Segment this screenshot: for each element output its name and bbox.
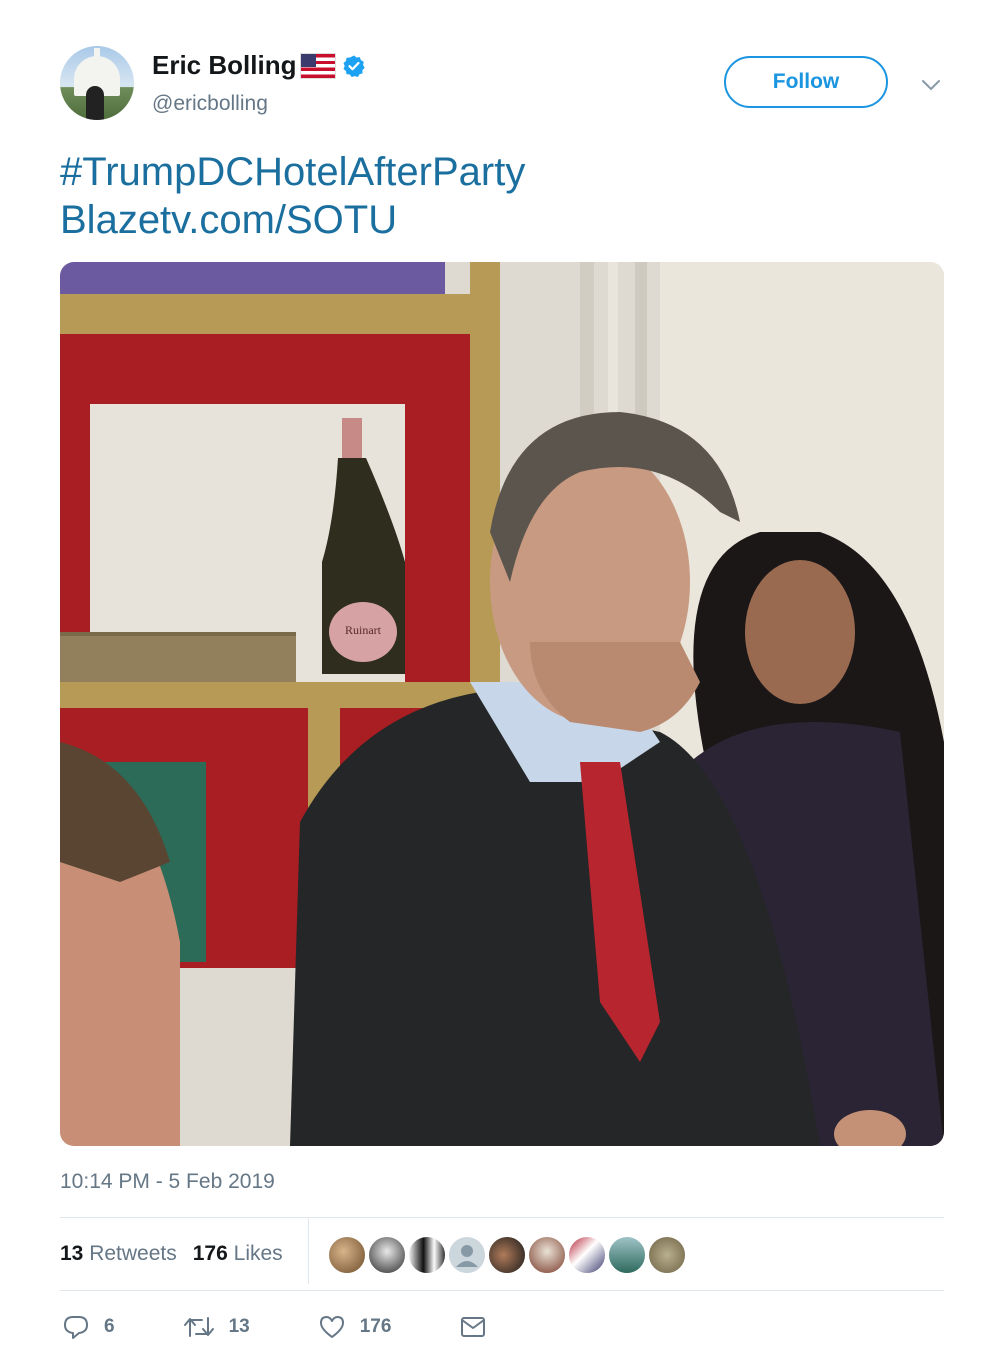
message-action[interactable] xyxy=(459,1315,501,1339)
like-action[interactable]: 176 xyxy=(318,1314,392,1340)
tweet-actions: 6 13 176 xyxy=(62,1314,569,1340)
retweet-action[interactable]: 13 xyxy=(183,1314,250,1340)
url-link[interactable]: Blazetv.com/SOTU xyxy=(60,196,525,244)
liker-avatars xyxy=(328,1236,688,1274)
like-count: 176 xyxy=(359,1316,392,1337)
retweet-count: 13 xyxy=(228,1316,250,1337)
liker-avatar[interactable] xyxy=(368,1236,406,1274)
stats-vertical-divider xyxy=(308,1218,309,1284)
tweet-photo[interactable]: Ruinart xyxy=(60,262,944,1146)
reply-icon xyxy=(64,1316,88,1339)
default-avatar-icon xyxy=(456,1245,478,1267)
like-icon xyxy=(319,1316,344,1338)
verified-badge-icon xyxy=(343,55,366,77)
message-icon xyxy=(461,1317,486,1337)
liker-avatar[interactable] xyxy=(408,1236,446,1274)
engagement-stats: 13 Retweets 176 Likes xyxy=(60,1242,283,1266)
bottle-label: Ruinart xyxy=(345,623,382,637)
likes-label: Likes xyxy=(233,1242,283,1265)
liker-avatar[interactable] xyxy=(328,1236,366,1274)
reply-action[interactable]: 6 xyxy=(62,1314,115,1340)
liker-avatar[interactable] xyxy=(448,1236,486,1274)
liker-avatar[interactable] xyxy=(648,1236,686,1274)
follow-button[interactable]: Follow xyxy=(724,56,888,108)
author-avatar[interactable] xyxy=(60,46,134,120)
likes-count: 176 xyxy=(192,1242,228,1265)
us-flag-icon xyxy=(300,52,337,79)
divider-bottom xyxy=(60,1290,944,1291)
retweets-count: 13 xyxy=(60,1242,84,1265)
liker-avatar[interactable] xyxy=(528,1236,566,1274)
liker-avatar[interactable] xyxy=(488,1236,526,1274)
chevron-down-icon[interactable] xyxy=(920,74,942,96)
tweet-timestamp[interactable]: 10:14 PM - 5 Feb 2019 xyxy=(60,1170,275,1194)
retweets-stat[interactable]: 13 Retweets xyxy=(60,1242,177,1266)
tweet-text: #TrumpDCHotelAfterParty Blazetv.com/SOTU xyxy=(60,148,525,244)
divider-top xyxy=(60,1217,944,1218)
photo-scene: Ruinart xyxy=(60,262,944,1146)
hashtag-link[interactable]: #TrumpDCHotelAfterParty xyxy=(60,148,525,196)
retweets-label: Retweets xyxy=(89,1242,177,1265)
likes-stat[interactable]: 176 Likes xyxy=(193,1242,283,1266)
retweet-icon xyxy=(183,1317,214,1337)
liker-avatar[interactable] xyxy=(568,1236,606,1274)
author-handle[interactable]: @ericbolling xyxy=(152,92,268,116)
reply-count: 6 xyxy=(104,1316,115,1337)
author-name-row: Eric Bolling xyxy=(152,50,366,81)
liker-avatar[interactable] xyxy=(608,1236,646,1274)
author-name[interactable]: Eric Bolling xyxy=(152,50,296,81)
avatar-person-shape xyxy=(86,86,104,120)
